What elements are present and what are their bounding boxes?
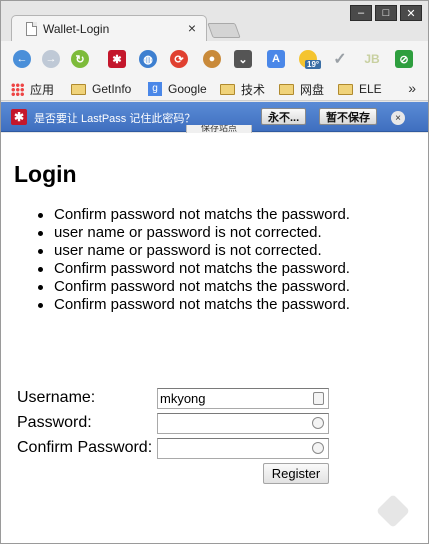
username-value: mkyong	[160, 391, 206, 406]
lastpass-icon[interactable]: ✱	[108, 50, 126, 68]
password-field[interactable]	[157, 413, 329, 434]
password-generator-icon[interactable]	[312, 442, 324, 454]
weather-icon[interactable]: 19°	[299, 50, 322, 69]
document-icon	[26, 22, 37, 36]
autofill-icon[interactable]	[313, 392, 324, 405]
bookmark-label: GetInfo	[92, 82, 132, 96]
lastpass-prompt: 是否要让 LastPass 记住此密码？	[34, 113, 196, 125]
folder-icon	[338, 83, 353, 95]
browser-window: Wallet-Login × – □ ✕ ← → ↻ ✱ ◍ ⟳ ● ⌄ A 1…	[0, 0, 429, 544]
page-content: Login Confirm password not matchs the pa…	[1, 133, 428, 543]
error-list: Confirm password not matchs the password…	[38, 206, 350, 314]
lastpass-not-now-button[interactable]: 暂不保存	[319, 108, 377, 125]
cookie-icon[interactable]: ●	[203, 50, 221, 68]
tab-close-icon[interactable]: ×	[188, 20, 196, 36]
sync-icon[interactable]: ⟳	[170, 50, 188, 68]
error-item: Confirm password not matchs the password…	[38, 260, 350, 277]
bookmark-label: 网盘	[300, 82, 325, 97]
google-bookmark-icon: g	[148, 82, 162, 96]
translate-icon[interactable]: A	[267, 50, 285, 68]
bookmark-label: 应用	[30, 82, 55, 97]
folder-icon	[71, 83, 86, 95]
bookmark-ele[interactable]: ELE	[338, 81, 382, 97]
lastpass-close-icon[interactable]: ×	[391, 111, 405, 125]
confirm-password-field[interactable]	[157, 438, 329, 459]
error-item: Confirm password not matchs the password…	[38, 206, 350, 223]
bookmarks-bar: 应用 GetInfo g Google 技术 网盘 ELE »	[1, 77, 428, 101]
error-item: Confirm password not matchs the password…	[38, 296, 350, 313]
error-item: user name or password is not corrected.	[38, 242, 350, 260]
close-window-button[interactable]: ✕	[400, 5, 422, 21]
forward-icon[interactable]: →	[42, 50, 60, 68]
username-label: Username:	[17, 389, 96, 406]
tab-title: Wallet-Login	[43, 22, 110, 36]
password-generator-icon[interactable]	[312, 417, 324, 429]
pocket-icon[interactable]: ⌄	[234, 50, 252, 68]
feedly-icon[interactable]	[376, 494, 410, 528]
tab-strip: Wallet-Login × – □ ✕	[1, 1, 428, 42]
jb-icon[interactable]: JB	[363, 50, 381, 68]
error-item: Confirm password not matchs the password…	[38, 278, 350, 295]
maximize-button[interactable]: □	[375, 5, 397, 21]
lastpass-never-button[interactable]: 永不...	[261, 108, 307, 125]
browser-toolbar: ← → ↻ ✱ ◍ ⟳ ● ⌄ A 19° ✓ JB ⊘	[1, 41, 428, 77]
bookmark-google[interactable]: g Google	[148, 81, 207, 97]
bookmark-label: Google	[168, 82, 207, 96]
back-icon[interactable]: ←	[13, 50, 31, 68]
check-icon[interactable]: ✓	[331, 50, 349, 68]
password-label: Password:	[17, 414, 92, 431]
lastpass-logo-icon: ✱	[11, 109, 27, 125]
apps-icon	[11, 82, 24, 96]
new-tab-button[interactable]	[207, 23, 241, 38]
weather-badge: 19°	[305, 60, 322, 69]
folder-icon	[220, 83, 235, 95]
bookmark-apps[interactable]: 应用	[11, 81, 54, 97]
bookmark-label: ELE	[359, 82, 382, 96]
bookmark-netdisk[interactable]: 网盘	[279, 81, 324, 97]
globe-icon[interactable]: ◍	[139, 50, 157, 68]
reload-icon[interactable]: ↻	[71, 50, 89, 68]
register-button[interactable]: Register	[263, 463, 329, 484]
page-title: Login	[14, 161, 77, 187]
error-item: user name or password is not corrected.	[38, 224, 350, 242]
minimize-button[interactable]: –	[350, 5, 372, 21]
adblock-icon[interactable]: ⊘	[395, 50, 413, 68]
bookmark-tech[interactable]: 技术	[220, 81, 265, 97]
bookmark-label: 技术	[241, 82, 266, 97]
bookmarks-more-icon[interactable]: »	[408, 80, 416, 96]
folder-icon	[279, 83, 294, 95]
bookmark-getinfo[interactable]: GetInfo	[71, 81, 131, 97]
username-field[interactable]: mkyong	[157, 388, 329, 409]
confirm-password-label: Confirm Password:	[17, 439, 153, 456]
tab-wallet-login[interactable]: Wallet-Login ×	[11, 15, 207, 42]
